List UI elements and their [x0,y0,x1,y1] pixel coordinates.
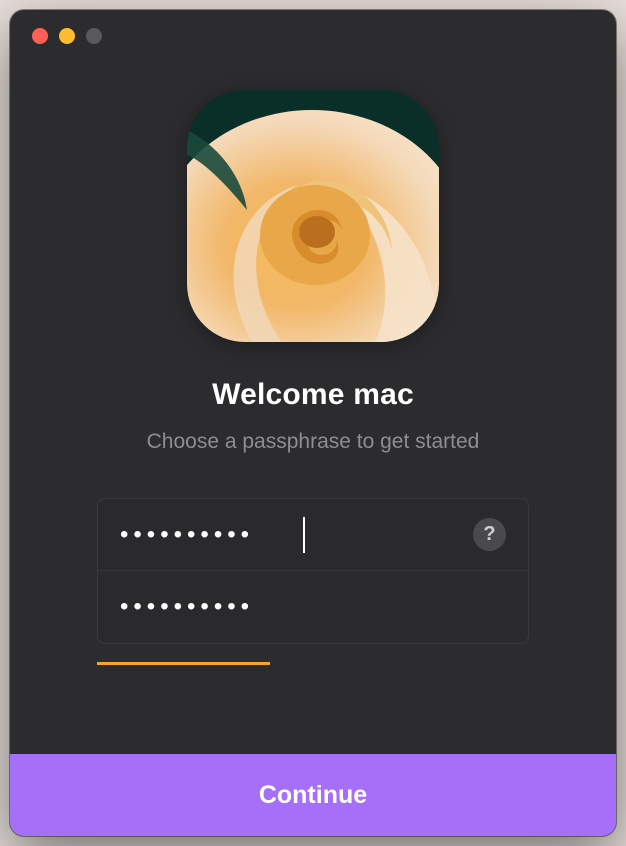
confirm-passphrase-input[interactable] [120,593,506,621]
welcome-title: Welcome mac [212,378,414,412]
passphrase-form: ? [97,498,529,644]
text-cursor-icon [303,517,305,553]
window-controls [10,10,616,50]
password-strength-bar [97,662,270,665]
passphrase-input[interactable] [120,521,473,549]
app-window: Welcome mac Choose a passphrase to get s… [10,10,616,836]
password-strength-meter [97,662,529,665]
close-window-button[interactable] [32,28,48,44]
user-avatar [187,90,439,342]
continue-button[interactable]: Continue [10,754,616,836]
main-content: Welcome mac Choose a passphrase to get s… [10,50,616,754]
passphrase-help-button[interactable]: ? [473,518,506,551]
confirm-passphrase-field-row [98,571,528,643]
maximize-window-button [86,28,102,44]
minimize-window-button[interactable] [59,28,75,44]
passphrase-field-row: ? [98,499,528,571]
welcome-subtitle: Choose a passphrase to get started [147,430,480,454]
rose-avatar-icon [187,90,439,342]
